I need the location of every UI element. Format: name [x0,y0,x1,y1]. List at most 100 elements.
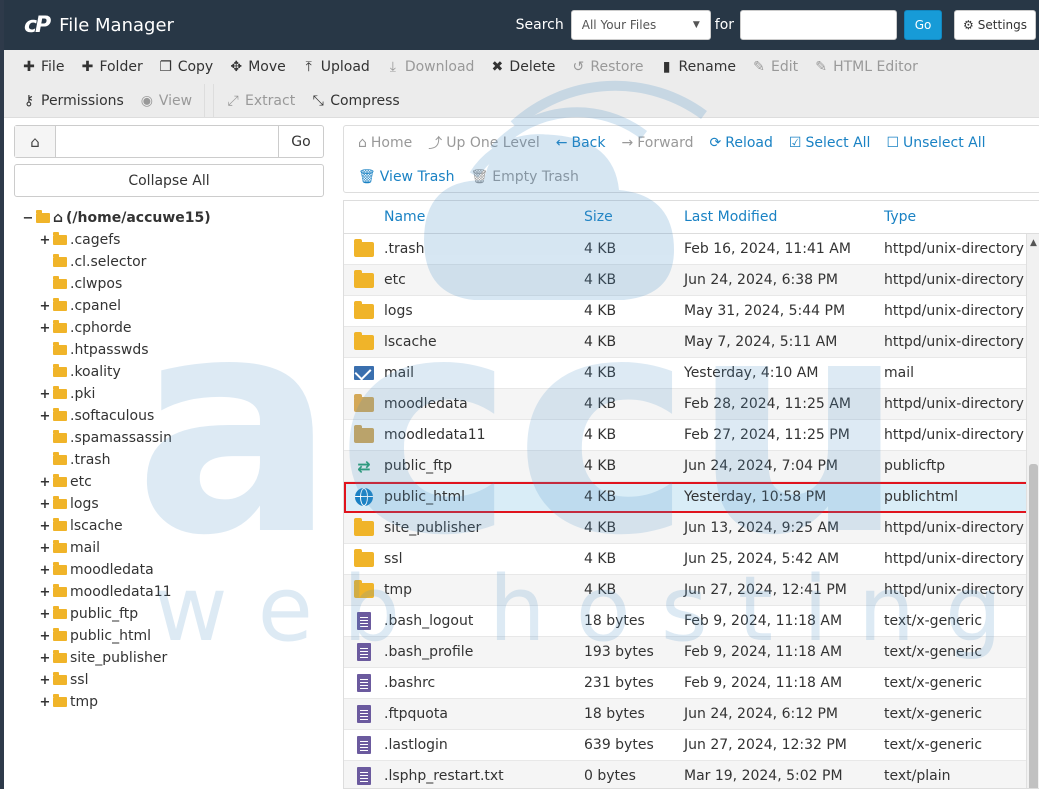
html-editor-button[interactable]: ✎ HTML Editor [806,50,926,84]
folder-button[interactable]: ✚ Folder [72,50,150,84]
expand-toggle-icon[interactable]: + [39,299,51,314]
scroll-up-icon[interactable]: ▲ [1030,238,1037,248]
home-button[interactable]: ⌂ [15,126,56,157]
table-row[interactable]: site_publisher 4 KB Jun 13, 2024, 9:25 AM h… [344,513,1039,544]
home-button[interactable]: ⌂ Home [350,126,420,160]
upload-button[interactable]: ⤒ Upload [294,50,378,84]
column-header-type[interactable]: Type [884,209,1024,225]
tree-item[interactable]: .koality [14,361,324,383]
download-button[interactable]: ⤓ Download [378,50,483,84]
tree-item[interactable]: .spamassassin [14,427,324,449]
expand-toggle-icon[interactable]: + [39,233,51,248]
back-button[interactable]: ← Back [548,126,614,160]
file-last-modified: Jun 27, 2024, 12:32 PM [684,737,847,753]
table-row[interactable]: public_html 4 KB Yesterday, 10:58 PM public… [344,482,1039,513]
table-row[interactable]: moodledata11 4 KB Feb 27, 2024, 11:25 PM ht… [344,420,1039,451]
table-row[interactable]: .trash 4 KB Feb 16, 2024, 11:41 AM httpd/un… [344,234,1039,265]
table-row[interactable]: tmp 4 KB Jun 27, 2024, 12:41 PM httpd/unix-… [344,575,1039,606]
restore-button[interactable]: ↺ Restore [563,50,651,84]
tree-item[interactable]: + moodledata [14,559,324,581]
tree-item[interactable]: + .pki [14,383,324,405]
compress-button[interactable]: ⤡ Compress [303,84,408,118]
empty-trash-button[interactable]: 🗑 Empty Trash [462,160,586,194]
tree-item[interactable]: + moodledata11 [14,581,324,603]
up-one-level-button[interactable]: ⤴ Up One Level [420,126,548,160]
view-trash-button[interactable]: 🗑 View Trash [350,160,462,194]
view-button[interactable]: ◉ View [132,84,200,118]
table-row[interactable]: logs 4 KB May 31, 2024, 5:44 PM httpd/unix-… [344,296,1039,327]
table-row[interactable]: lscache 4 KB May 7, 2024, 5:11 AM httpd/uni… [344,327,1039,358]
delete-button[interactable]: ✖ Delete [482,50,563,84]
app-logo[interactable]: cP File Manager [24,13,174,38]
tree-item[interactable]: + public_ftp [14,603,324,625]
table-row[interactable]: .bash_logout 18 bytes Feb 9, 2024, 11:18 A… [344,606,1039,637]
expand-toggle-icon[interactable]: + [39,519,51,534]
rename-button[interactable]: ▮ Rename [652,50,744,84]
expand-toggle-icon[interactable]: + [39,387,51,402]
table-row[interactable]: ⇄ public_ftp 4 KB Jun 24, 2024, 7:04 PM publ… [344,451,1039,482]
table-row[interactable]: .lastlogin 639 bytes Jun 27, 2024, 12:32 P… [344,730,1039,761]
tree-item[interactable]: + etc [14,471,324,493]
expand-toggle-icon[interactable]: + [39,475,51,490]
expand-toggle-icon[interactable]: + [39,541,51,556]
tree-item[interactable]: + .cphorde [14,317,324,339]
file-button[interactable]: ✚ File [14,50,72,84]
path-go-button[interactable]: Go [279,126,323,157]
table-row[interactable]: ssl 4 KB Jun 25, 2024, 5:42 AM httpd/unix-d… [344,544,1039,575]
vertical-scrollbar[interactable]: ▲ [1026,234,1039,788]
search-input[interactable] [740,10,898,40]
expand-toggle-icon[interactable]: + [39,651,51,666]
table-row[interactable]: .lsphp_restart.txt 0 bytes Mar 19, 2024, 5… [344,761,1039,788]
expand-toggle-icon[interactable]: + [39,607,51,622]
extract-button[interactable]: ⤢ Extract [218,84,303,118]
tree-item[interactable]: + .softaculous [14,405,324,427]
select-all-button[interactable]: ☑ Select All [781,126,879,160]
tree-item[interactable]: .htpasswds [14,339,324,361]
expand-toggle-icon[interactable]: + [39,695,51,710]
scrollbar-thumb[interactable] [1029,464,1038,788]
edit-button[interactable]: ✎ Edit [744,50,806,84]
copy-button[interactable]: ❐ Copy [151,50,222,84]
toolbar-row-2: ⚷ Permissions ◉ View ⤢ Extract ⤡ Compress [4,84,1039,118]
forward-button[interactable]: → Forward [613,126,701,160]
tree-item[interactable]: + site_publisher [14,647,324,669]
settings-button[interactable]: ⚙ Settings [954,10,1036,40]
reload-button[interactable]: ⟳ Reload [702,126,781,160]
expand-toggle-icon[interactable]: + [39,673,51,688]
search-go-button[interactable]: Go [904,10,943,40]
permissions-button[interactable]: ⚷ Permissions [14,84,132,118]
search-scope-select[interactable]: All Your Files ▼ [570,10,711,40]
tree-item[interactable]: + public_html [14,625,324,647]
expand-toggle-icon[interactable]: + [39,409,51,424]
tree-item[interactable]: .cl.selector [14,251,324,273]
table-row[interactable]: .bashrc 231 bytes Feb 9, 2024, 11:18 AM tex… [344,668,1039,699]
tree-item[interactable]: + .cpanel [14,295,324,317]
expand-toggle-icon[interactable]: + [39,321,51,336]
table-row[interactable]: .bash_profile 193 bytes Feb 9, 2024, 11:18… [344,637,1039,668]
tree-item[interactable]: + lscache [14,515,324,537]
expand-toggle-icon[interactable]: + [39,585,51,600]
column-header-size[interactable]: Size [584,209,684,225]
move-button[interactable]: ✥ Move [221,50,294,84]
tree-item[interactable]: + .cagefs [14,229,324,251]
table-row[interactable]: .ftpquota 18 bytes Jun 24, 2024, 6:12 PM te… [344,699,1039,730]
tree-item[interactable]: .clwpos [14,273,324,295]
unselect-all-button[interactable]: ☐ Unselect All [878,126,993,160]
collapse-toggle-icon[interactable]: − [22,211,34,226]
table-row[interactable]: moodledata 4 KB Feb 28, 2024, 11:25 AM http… [344,389,1039,420]
tree-item[interactable]: + tmp [14,691,324,713]
tree-item[interactable]: + logs [14,493,324,515]
path-input[interactable] [56,126,279,157]
collapse-all-button[interactable]: Collapse All [14,164,324,197]
column-header-last-modified[interactable]: Last Modified [684,209,884,225]
tree-item[interactable]: .trash [14,449,324,471]
expand-toggle-icon[interactable]: + [39,563,51,578]
tree-root[interactable]: − ⌂ (/home/accuwe15) [14,207,324,229]
column-header-name[interactable]: Name [384,209,584,225]
tree-item[interactable]: + mail [14,537,324,559]
tree-item[interactable]: + ssl [14,669,324,691]
table-row[interactable]: etc 4 KB Jun 24, 2024, 6:38 PM httpd/unix-d… [344,265,1039,296]
expand-toggle-icon[interactable]: + [39,629,51,644]
expand-toggle-icon[interactable]: + [39,497,51,512]
table-row[interactable]: mail 4 KB Yesterday, 4:10 AM mail [344,358,1039,389]
